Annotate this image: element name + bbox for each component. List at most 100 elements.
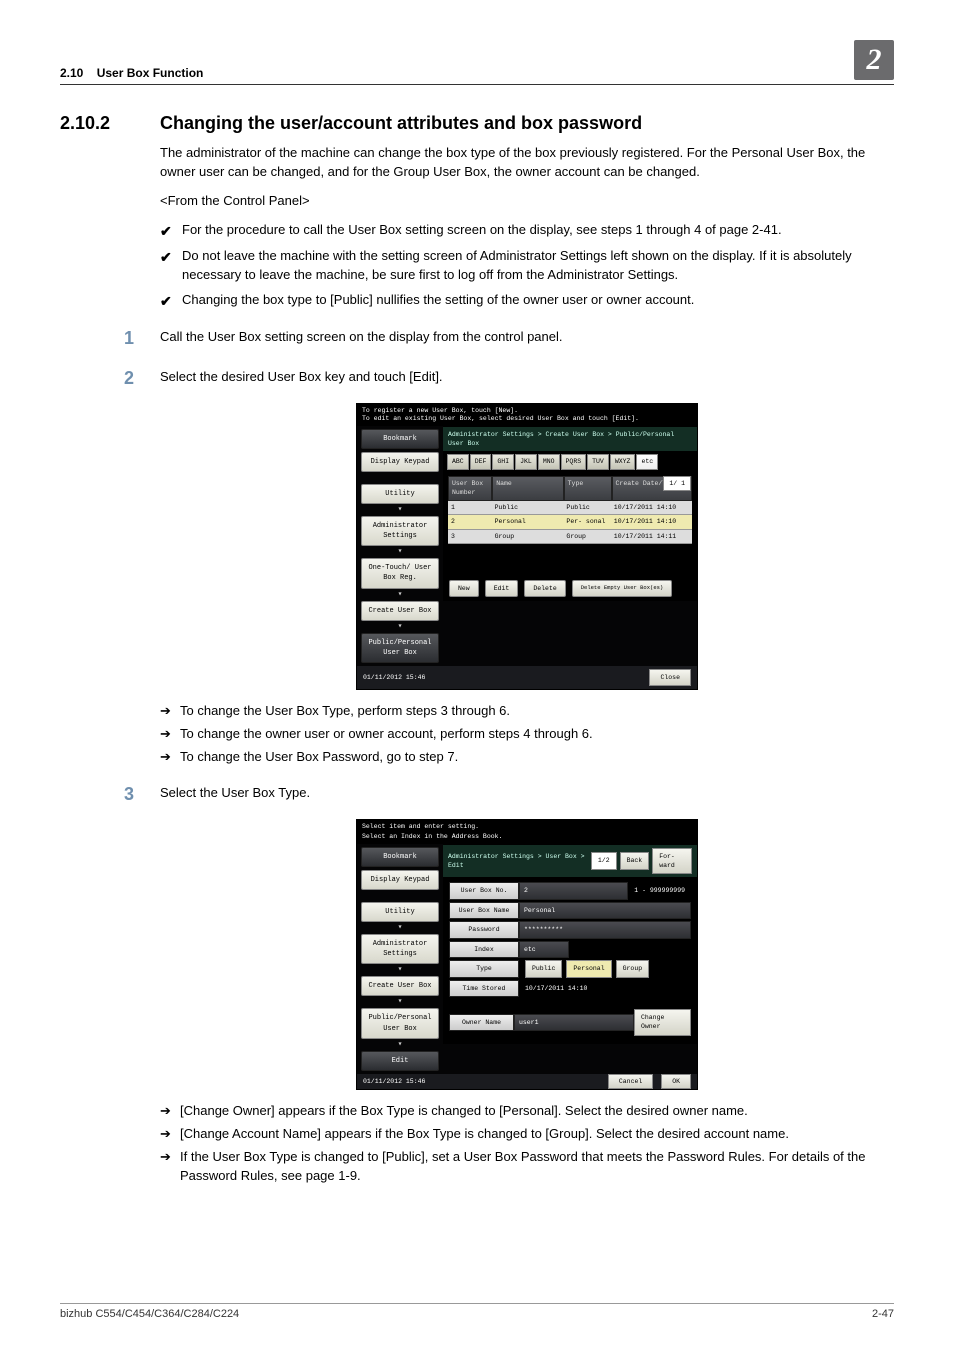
type-personal-button[interactable]: Personal <box>566 960 611 977</box>
list-row[interactable]: 3 Group Group 10/17/2011 14:11 <box>448 530 692 544</box>
field-value[interactable]: etc <box>519 941 569 958</box>
field-user-box-no: User Box No. 2 1 - 999999999 <box>449 882 691 899</box>
arrow-icon: ➔ <box>160 1148 180 1167</box>
cell-name: Personal <box>492 515 564 528</box>
tab-pqrs[interactable]: PQRS <box>561 454 587 469</box>
cancel-button[interactable]: Cancel <box>608 1074 653 1089</box>
type-group-button[interactable]: Group <box>616 960 650 977</box>
bullet-text: Changing the box type to [Public] nullif… <box>182 291 894 310</box>
ss-instruction: To register a new User Box, touch [New].… <box>357 404 697 426</box>
section-title-row: 2.10.2 Changing the user/account attribu… <box>60 113 894 134</box>
field-type: Type Public Personal Group <box>449 960 691 977</box>
tab-def[interactable]: DEF <box>470 454 492 469</box>
field-label: User Box No. <box>449 882 519 899</box>
type-public-button[interactable]: Public <box>525 960 562 977</box>
arrow-note: ➔ To change the User Box Type, perform s… <box>160 702 894 721</box>
field-label: Type <box>449 960 519 977</box>
step-text: Select the desired User Box key and touc… <box>160 365 894 387</box>
tab-mno[interactable]: MNO <box>538 454 560 469</box>
sidebar-display-keypad[interactable]: Display Keypad <box>361 452 439 472</box>
page-footer: bizhub C554/C454/C364/C284/C224 2-47 <box>60 1303 894 1320</box>
edit-button[interactable]: Edit <box>485 580 519 597</box>
bullet-text: Do not leave the machine with the settin… <box>182 247 894 285</box>
arrow-icon: ➔ <box>160 748 180 767</box>
arrow-icon: ➔ <box>160 702 180 721</box>
intro-paragraph: The administrator of the machine can cha… <box>160 144 894 182</box>
col-type: Type <box>564 476 612 501</box>
delete-button[interactable]: Delete <box>524 580 565 597</box>
cell-type: Public <box>563 501 610 514</box>
forward-button[interactable]: For- ward <box>652 848 692 875</box>
step-number: 2 <box>124 365 160 391</box>
page-header: 2.10 User Box Function 2 <box>60 40 894 85</box>
screenshot-user-box-list: To register a new User Box, touch [New].… <box>356 403 698 690</box>
chevron-down-icon: ▾ <box>357 967 443 973</box>
tab-ghi[interactable]: GHI <box>492 454 514 469</box>
check-icon: ✔ <box>160 221 182 241</box>
sidebar-onetouch[interactable]: One-Touch/ User Box Reg. <box>361 558 439 588</box>
arrow-icon: ➔ <box>160 725 180 744</box>
close-button[interactable]: Close <box>649 669 691 686</box>
tab-etc[interactable]: etc <box>636 454 658 469</box>
cell-num: 1 <box>448 501 492 514</box>
sidebar-admin-settings[interactable]: Administrator Settings <box>361 516 439 546</box>
from-control-panel: <From the Control Panel> <box>160 192 894 211</box>
tab-tuv[interactable]: TUV <box>587 454 609 469</box>
cell-type: Per- sonal <box>563 515 610 528</box>
breadcrumb: Administrator Settings > User Box > Edit <box>448 852 591 871</box>
arrow-note: ➔ [Change Account Name] appears if the B… <box>160 1125 894 1144</box>
sidebar-utility[interactable]: Utility <box>361 484 439 504</box>
tab-jkl[interactable]: JKL <box>515 454 537 469</box>
field-index: Index etc <box>449 941 691 958</box>
ss-datetime: 01/11/2012 15:46 <box>363 1077 425 1086</box>
change-owner-button[interactable]: Change Owner <box>634 1009 691 1036</box>
arrow-note: ➔ To change the owner user or owner acco… <box>160 725 894 744</box>
sidebar-create-user-box[interactable]: Create User Box <box>361 601 439 621</box>
field-value[interactable]: 2 <box>519 882 628 899</box>
ok-button[interactable]: OK <box>661 1074 691 1089</box>
sidebar-display-keypad[interactable]: Display Keypad <box>361 870 439 890</box>
cell-name: Group <box>492 530 564 543</box>
ss-footer: 01/11/2012 15:46 Cancel OK <box>357 1074 697 1089</box>
field-user-box-name: User Box Name Personal <box>449 902 691 919</box>
tab-abc[interactable]: ABC <box>447 454 469 469</box>
user-box-list: 1/ 1 User Box Number Name Type Create Da… <box>443 473 697 576</box>
list-row[interactable]: 1 Public Public 10/17/2011 14:10 <box>448 501 692 515</box>
breadcrumb-bar: Administrator Settings > User Box > Edit… <box>443 844 697 878</box>
arrow-text: If the User Box Type is changed to [Publ… <box>180 1148 894 1186</box>
new-button[interactable]: New <box>449 580 479 597</box>
col-name: Name <box>492 476 563 501</box>
sidebar-public-personal[interactable]: Public/Personal User Box <box>361 633 439 663</box>
arrow-text: [Change Owner] appears if the Box Type i… <box>180 1102 894 1121</box>
step-row: 1 Call the User Box setting screen on th… <box>160 325 894 351</box>
footer-page-number: 2-47 <box>872 1308 894 1320</box>
delete-empty-button[interactable]: Delete Empty User Box(es) <box>572 580 673 597</box>
cell-date: 10/17/2011 14:11 <box>611 530 692 543</box>
step-row: 2 Select the desired User Box key and to… <box>160 365 894 391</box>
sidebar-create-user-box[interactable]: Create User Box <box>361 976 439 996</box>
field-value[interactable]: Personal <box>519 902 691 919</box>
ss-sidebar: Bookmark Display Keypad Utility ▾ Admini… <box>357 426 443 666</box>
section-number: 2.10.2 <box>60 113 160 134</box>
field-label: Time Stored <box>449 980 519 997</box>
header-section-name: User Box Function <box>97 66 204 80</box>
tab-wxyz[interactable]: WXYZ <box>610 454 636 469</box>
screenshot-edit-user-box: Select item and enter setting. Select an… <box>356 819 698 1090</box>
ss-footer: 01/11/2012 15:46 Close <box>357 666 697 689</box>
col-number: User Box Number <box>448 476 492 501</box>
ss-instruction-line: To edit an existing User Box, select des… <box>362 415 692 423</box>
action-buttons: New Edit Delete Delete Empty User Box(es… <box>443 576 697 601</box>
sidebar-bookmark[interactable]: Bookmark <box>361 847 439 867</box>
sidebar-bookmark[interactable]: Bookmark <box>361 429 439 449</box>
sidebar-utility[interactable]: Utility <box>361 902 439 922</box>
ss-instruction-line: To register a new User Box, touch [New]. <box>362 407 692 415</box>
chevron-down-icon: ▾ <box>357 1042 443 1048</box>
sidebar-public-personal[interactable]: Public/Personal User Box <box>361 1008 439 1038</box>
index-tabs: ABC DEF GHI JKL MNO PQRS TUV WXYZ etc <box>443 451 697 472</box>
sidebar-edit[interactable]: Edit <box>361 1051 439 1071</box>
field-value[interactable]: ********** <box>519 921 691 938</box>
list-row-selected[interactable]: 2 Personal Per- sonal 10/17/2011 14:10 <box>448 515 692 529</box>
back-button[interactable]: Back <box>620 852 650 869</box>
sidebar-admin-settings[interactable]: Administrator Settings <box>361 934 439 964</box>
header-left: 2.10 User Box Function <box>60 66 203 80</box>
